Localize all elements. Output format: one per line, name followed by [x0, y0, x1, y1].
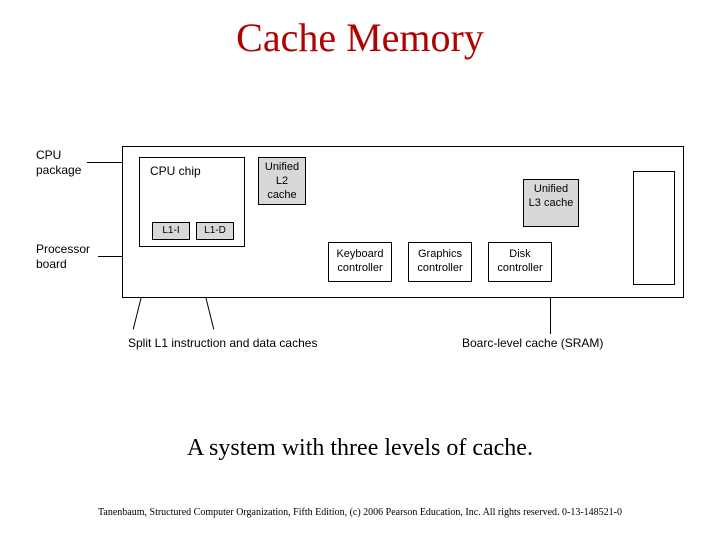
keyboard-controller-box: Keyboardcontroller [328, 242, 392, 282]
l2-cache-box: UnifiedL2cache [258, 157, 306, 205]
diagram: CPUpackage Processorboard Mainmemory(DRA… [32, 126, 688, 366]
slide-footer: Tanenbaum, Structured Computer Organizat… [0, 507, 720, 518]
leader-line [98, 256, 122, 257]
disk-controller-box: Diskcontroller [488, 242, 552, 282]
label-split-l1: Split L1 instruction and data caches [128, 336, 317, 350]
label-board-level-cache: Boarc-level cache (SRAM) [462, 336, 603, 350]
label-cpu-package: CPUpackage [36, 148, 81, 178]
cpu-chip-label: CPU chip [150, 164, 201, 178]
slide-caption: A system with three levels of cache. [0, 435, 720, 462]
l3-cache-box: UnifiedL3 cache [523, 179, 579, 227]
main-memory-box [633, 171, 675, 285]
graphics-controller-box: Graphicscontroller [408, 242, 472, 282]
label-processor-board: Processorboard [36, 242, 90, 272]
processor-board-box: CPU chip L1-I L1-D UnifiedL2cache Keyboa… [122, 146, 684, 298]
l1d-cache-box: L1-D [196, 222, 234, 240]
cpu-chip-box: CPU chip L1-I L1-D [139, 157, 245, 247]
slide-title: Cache Memory [0, 14, 720, 61]
l1i-cache-box: L1-I [152, 222, 190, 240]
